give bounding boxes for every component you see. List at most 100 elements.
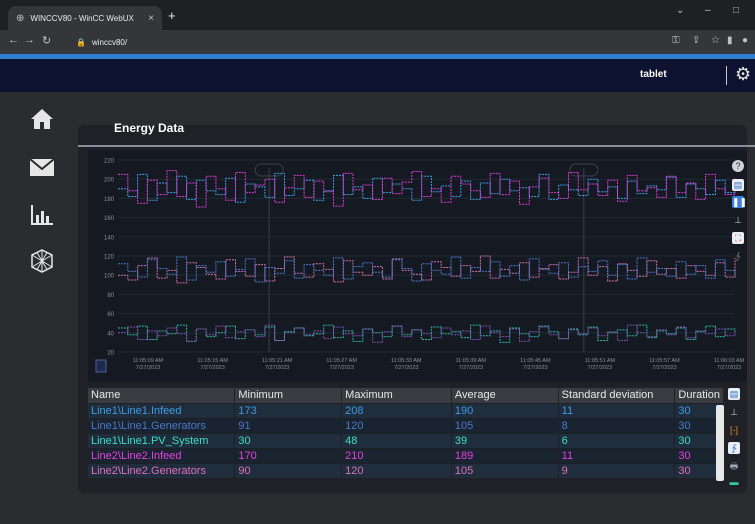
table-cell: 120 [341, 462, 452, 478]
x-tick-time: 11:05:15 AM [197, 358, 228, 364]
x-tick-date: 7/27/2023 [200, 365, 224, 371]
mail-icon[interactable] [29, 154, 55, 180]
series-line [118, 256, 736, 283]
table-row[interactable]: Line2\Line2.Generators 90 120 105 9 30 [88, 462, 724, 478]
table-row[interactable]: Line1\Line1.Generators 91 120 105 8 30 [88, 417, 724, 433]
table-cell: Line1\Line1.Infeed [88, 402, 236, 418]
trend-chart[interactable]: 22020018016014012010080604020411:05:09 A… [88, 150, 747, 382]
browser-tab-strip: ⊕ WINCCV80 - WinCC WebUX × + ⌄ – □ [0, 0, 755, 30]
col-name[interactable]: Name [88, 388, 236, 403]
col-maximum[interactable]: Maximum [341, 388, 452, 403]
x-tick-time: 11:05:45 AM [520, 358, 551, 364]
help-icon[interactable]: ? [732, 160, 744, 172]
profile-icon[interactable]: ● [742, 35, 748, 46]
table-cell: 210 [341, 447, 452, 463]
table-cell: 105 [451, 462, 559, 478]
x-tick-date: 7/27/2023 [588, 365, 612, 371]
header-divider [726, 66, 727, 85]
table-cell: 48 [341, 432, 452, 448]
table-cell: Line2\Line2.Generators [88, 462, 236, 478]
tab-close-button[interactable]: × [148, 13, 154, 24]
table-cell: Line1\Line1.Generators [88, 417, 236, 433]
table-ruler-icon[interactable]: ⊥ [728, 406, 740, 418]
trend-chart-svg: 22020018016014012010080604020411:05:09 A… [95, 159, 745, 373]
y-tick-label: 200 [104, 178, 115, 184]
pause-icon[interactable]: ❚❚ [732, 196, 747, 208]
share-icon[interactable]: ⇪ [692, 35, 700, 46]
y-tick-label: 220 [104, 159, 115, 165]
sidebar [0, 92, 78, 524]
minimize-button[interactable]: – [705, 5, 711, 16]
table-cell: 11 [558, 447, 676, 463]
axis-config-icon [95, 359, 107, 373]
maximize-button[interactable]: □ [733, 5, 739, 16]
forward-icon[interactable]: → [24, 34, 35, 46]
panel-title: Energy Data [114, 121, 185, 135]
y-tick-label: 160 [104, 216, 115, 222]
tab-search-icon[interactable]: ⌄ [676, 5, 684, 16]
table-zoom-icon[interactable]: ∱ [728, 442, 740, 454]
col-std-dev[interactable]: Standard deviation [558, 388, 676, 403]
x-tick-time: 11:05:33 AM [391, 358, 422, 364]
back-icon[interactable]: ← [8, 34, 19, 46]
table-cell: 8 [558, 417, 676, 433]
table-cell: 6 [558, 432, 676, 448]
col-average[interactable]: Average [451, 388, 559, 403]
export-icon[interactable]: ▬ [728, 476, 740, 488]
y-tick-label: 120 [104, 255, 115, 261]
col-minimum[interactable]: Minimum [234, 388, 343, 403]
table-cell: 208 [341, 402, 452, 418]
table-cell: 173 [234, 402, 343, 418]
table-row[interactable]: Line1\Line1.PV_System 30 48 39 6 30 [88, 432, 724, 448]
table-cell: 120 [341, 417, 452, 433]
gear-icon[interactable]: ⚙ [735, 64, 751, 85]
table-cell: 90 [234, 462, 343, 478]
ruler-icon[interactable]: ⊥ [732, 214, 744, 226]
x-tick-date: 7/27/2023 [717, 365, 741, 371]
table-cell: 105 [451, 417, 559, 433]
col-duration[interactable]: Duration [674, 388, 724, 403]
table-scrollbar[interactable] [716, 405, 724, 481]
zoom-area-icon[interactable]: ⛶ [732, 232, 744, 244]
table-cell: 11 [558, 402, 676, 418]
title-rule [78, 145, 755, 147]
home-icon[interactable] [29, 106, 55, 132]
y-tick-label: 100 [104, 274, 115, 280]
device-label: tablet [640, 69, 667, 80]
x-tick-date: 7/27/2023 [136, 365, 160, 371]
config-icon[interactable]: ▤ [732, 179, 744, 191]
app-header: tablet ⚙ [0, 59, 755, 92]
y-tick-label: 40 [107, 331, 114, 337]
chart-icon[interactable] [29, 202, 55, 228]
x-tick-time: 11:05:57 AM [649, 358, 680, 364]
globe-icon: ⊕ [16, 12, 25, 24]
lock-icon: 🔒 [76, 37, 86, 47]
sidepanel-icon[interactable]: ▮ [727, 35, 733, 46]
table-row[interactable]: Line2\Line2.Infeed 170 210 189 11 30 [88, 447, 724, 463]
browser-tab[interactable]: ⊕ WINCCV80 - WinCC WebUX × [8, 6, 162, 30]
y-tick-label: 20 [107, 351, 114, 357]
url-field[interactable]: 🔒 winccv80/ [76, 33, 636, 51]
x-tick-time: 11:05:27 AM [326, 358, 357, 364]
y-tick-label: 180 [104, 197, 115, 203]
table-cell: 91 [234, 417, 343, 433]
x-tick-time: 11:05:09 AM [133, 358, 164, 364]
reload-icon[interactable]: ↻ [42, 34, 51, 47]
url-text: winccv80/ [91, 37, 128, 47]
x-tick-date: 7/27/2023 [265, 365, 289, 371]
new-tab-button[interactable]: + [168, 8, 176, 23]
star-icon[interactable]: ☆ [711, 35, 720, 46]
table-row[interactable]: Line1\Line1.Infeed 173 208 190 11 30 [88, 402, 724, 418]
table-config-icon[interactable]: ▤ [728, 388, 740, 400]
x-tick-date: 7/27/2023 [329, 365, 353, 371]
table-cell: Line2\Line2.Infeed [88, 447, 236, 463]
table-cell: 39 [451, 432, 559, 448]
bracket-icon[interactable]: [-] [728, 424, 740, 436]
y-tick-label: 60 [107, 312, 114, 318]
print-icon[interactable]: 🖶 [728, 460, 740, 472]
network-icon[interactable] [29, 248, 55, 274]
y-tick-label: 80 [107, 293, 114, 299]
table-header-row: Name Minimum Maximum Average Standard de… [88, 388, 724, 403]
key-icon[interactable]: ⚿ [672, 35, 680, 46]
zoom-axis-icon[interactable]: ∱ [732, 250, 744, 262]
